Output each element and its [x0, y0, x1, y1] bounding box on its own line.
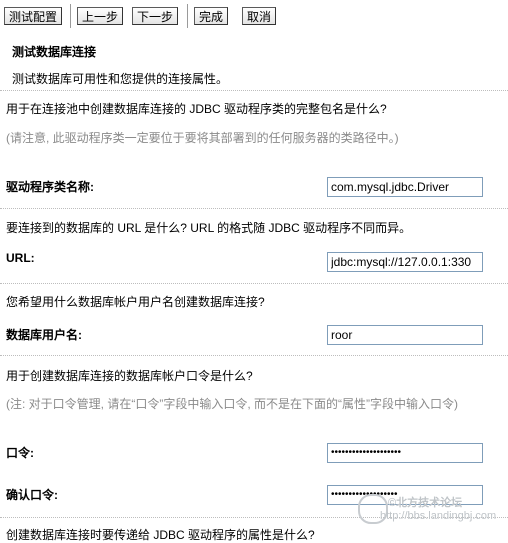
password-field[interactable]: ••••••••••••••••••••	[327, 443, 483, 463]
test-config-button[interactable]: 测试配置	[4, 7, 62, 25]
driver-class-field[interactable]	[327, 177, 483, 197]
toolbar-separator	[187, 4, 188, 28]
divider	[0, 90, 508, 91]
password-note: (注: 对于口令管理, 请在“口令”字段中输入口令, 而不是在下面的“属性”字段…	[6, 397, 458, 411]
user-question: 您希望用什么数据库帐户用户名创建数据库连接?	[6, 295, 265, 309]
url-label: URL:	[6, 251, 35, 265]
username-field[interactable]	[327, 325, 483, 345]
section-subtitle: 测试数据库可用性和您提供的连接属性。	[12, 72, 229, 86]
section-title: 测试数据库连接	[12, 45, 97, 59]
url-question: 要连接到的数据库的 URL 是什么? URL 的格式随 JDBC 驱动程序不同而…	[6, 221, 412, 235]
properties-question: 创建数据库连接时要传递给 JDBC 驱动程序的属性是什么?	[6, 528, 315, 542]
toolbar-separator	[70, 4, 71, 28]
next-button[interactable]: 下一步	[132, 7, 178, 25]
previous-button[interactable]: 上一步	[77, 7, 123, 25]
watermark-url: http://bbs.landingbj.com	[380, 510, 497, 522]
watermark-title: ©北方技术论坛	[388, 497, 463, 509]
finish-button[interactable]: 完成	[194, 7, 228, 25]
watermark: ©北方技术论坛 http://bbs.landingbj.com	[358, 492, 508, 537]
driver-note: (请注意, 此驱动程序类一定要位于要将其部署到的任何服务器的类路径中。)	[6, 131, 399, 145]
confirm-password-label: 确认口令:	[6, 488, 58, 502]
driver-question: 用于在连接池中创建数据库连接的 JDBC 驱动程序类的完整包名是什么?	[6, 102, 387, 116]
divider	[0, 355, 508, 356]
password-label: 口令:	[6, 446, 34, 460]
wizard-toolbar: 测试配置 上一步 下一步 完成 取消	[0, 0, 508, 32]
divider	[0, 208, 508, 209]
divider	[0, 283, 508, 284]
driver-class-label: 驱动程序类名称:	[6, 180, 94, 194]
username-label: 数据库用户名:	[6, 328, 82, 342]
cancel-button[interactable]: 取消	[242, 7, 276, 25]
password-question: 用于创建数据库连接的数据库帐户口令是什么?	[6, 369, 253, 383]
url-field[interactable]	[327, 252, 483, 272]
